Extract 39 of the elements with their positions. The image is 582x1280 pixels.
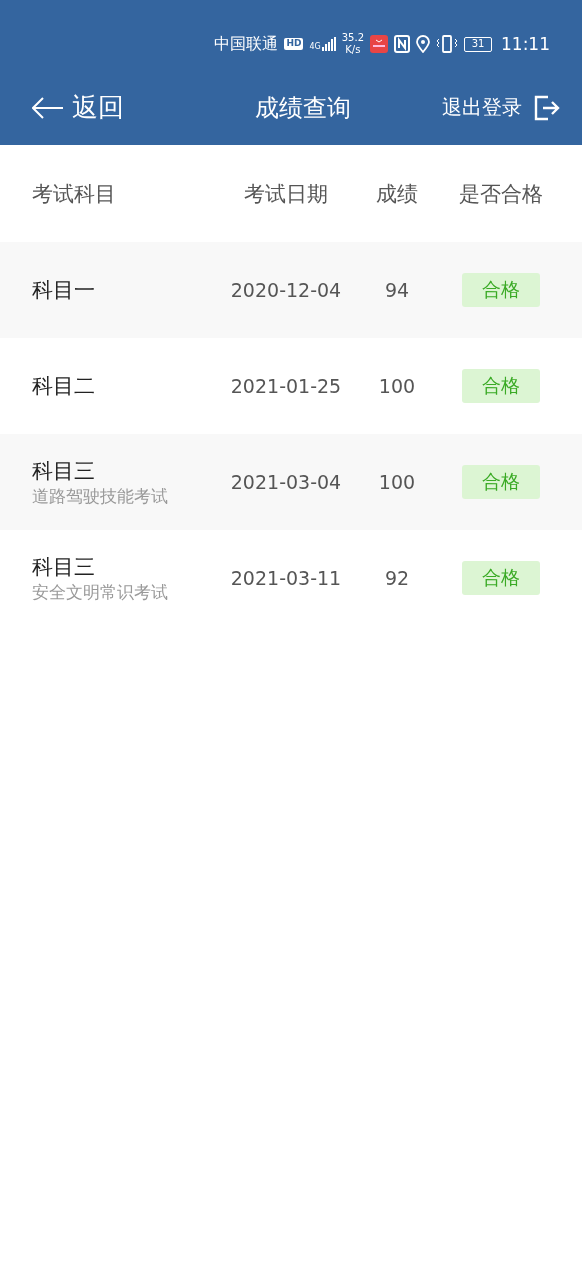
speed-value: 35.2 — [341, 32, 364, 44]
column-header: 成绩 — [376, 180, 418, 208]
subject-detail: 安全文明常识考试 — [32, 580, 169, 604]
subject-name: 科目三 — [32, 457, 96, 485]
result-badge: 合格 — [462, 369, 540, 403]
score-cell: 100 — [378, 471, 416, 493]
back-arrow-icon — [32, 96, 64, 119]
carrier-name: 中国联通 — [214, 33, 279, 55]
date-cell: 2021-01-25 — [230, 375, 342, 397]
date-cell: 2021-03-11 — [230, 567, 342, 589]
column-header: 是否合格 — [459, 180, 543, 208]
vibrate-icon — [436, 35, 458, 53]
network-type: 4G — [309, 43, 321, 51]
app-icon — [370, 35, 388, 53]
page-title: 成绩查询 — [255, 92, 351, 124]
date-cell: 2020-12-04 — [230, 279, 342, 301]
score-cell: 100 — [378, 375, 416, 397]
hd-badge: HD — [284, 38, 304, 50]
result-badge: 合格 — [462, 465, 540, 499]
score-cell: 92 — [384, 567, 410, 589]
subject-detail: 道路驾驶技能考试 — [32, 484, 169, 508]
logout-icon — [534, 94, 560, 121]
subject-name: 科目三 — [32, 553, 96, 581]
speed-unit: K/s — [345, 44, 361, 56]
subject-name: 科目一 — [32, 277, 96, 304]
subject-name: 科目二 — [32, 373, 96, 400]
date-cell: 2021-03-04 — [230, 471, 342, 493]
location-icon — [416, 35, 430, 53]
signal-icon — [321, 37, 336, 51]
result-badge: 合格 — [462, 273, 540, 307]
column-header: 考试日期 — [244, 180, 328, 208]
score-cell: 94 — [384, 279, 410, 301]
nfc-icon — [394, 35, 410, 53]
battery-icon: 31 — [464, 36, 492, 52]
column-header: 考试科目 — [32, 180, 116, 208]
logout-button[interactable]: 退出登录 — [442, 94, 560, 121]
result-badge: 合格 — [462, 561, 540, 595]
back-button[interactable]: 返回 — [32, 90, 124, 125]
clock: 11:11 — [501, 34, 550, 54]
